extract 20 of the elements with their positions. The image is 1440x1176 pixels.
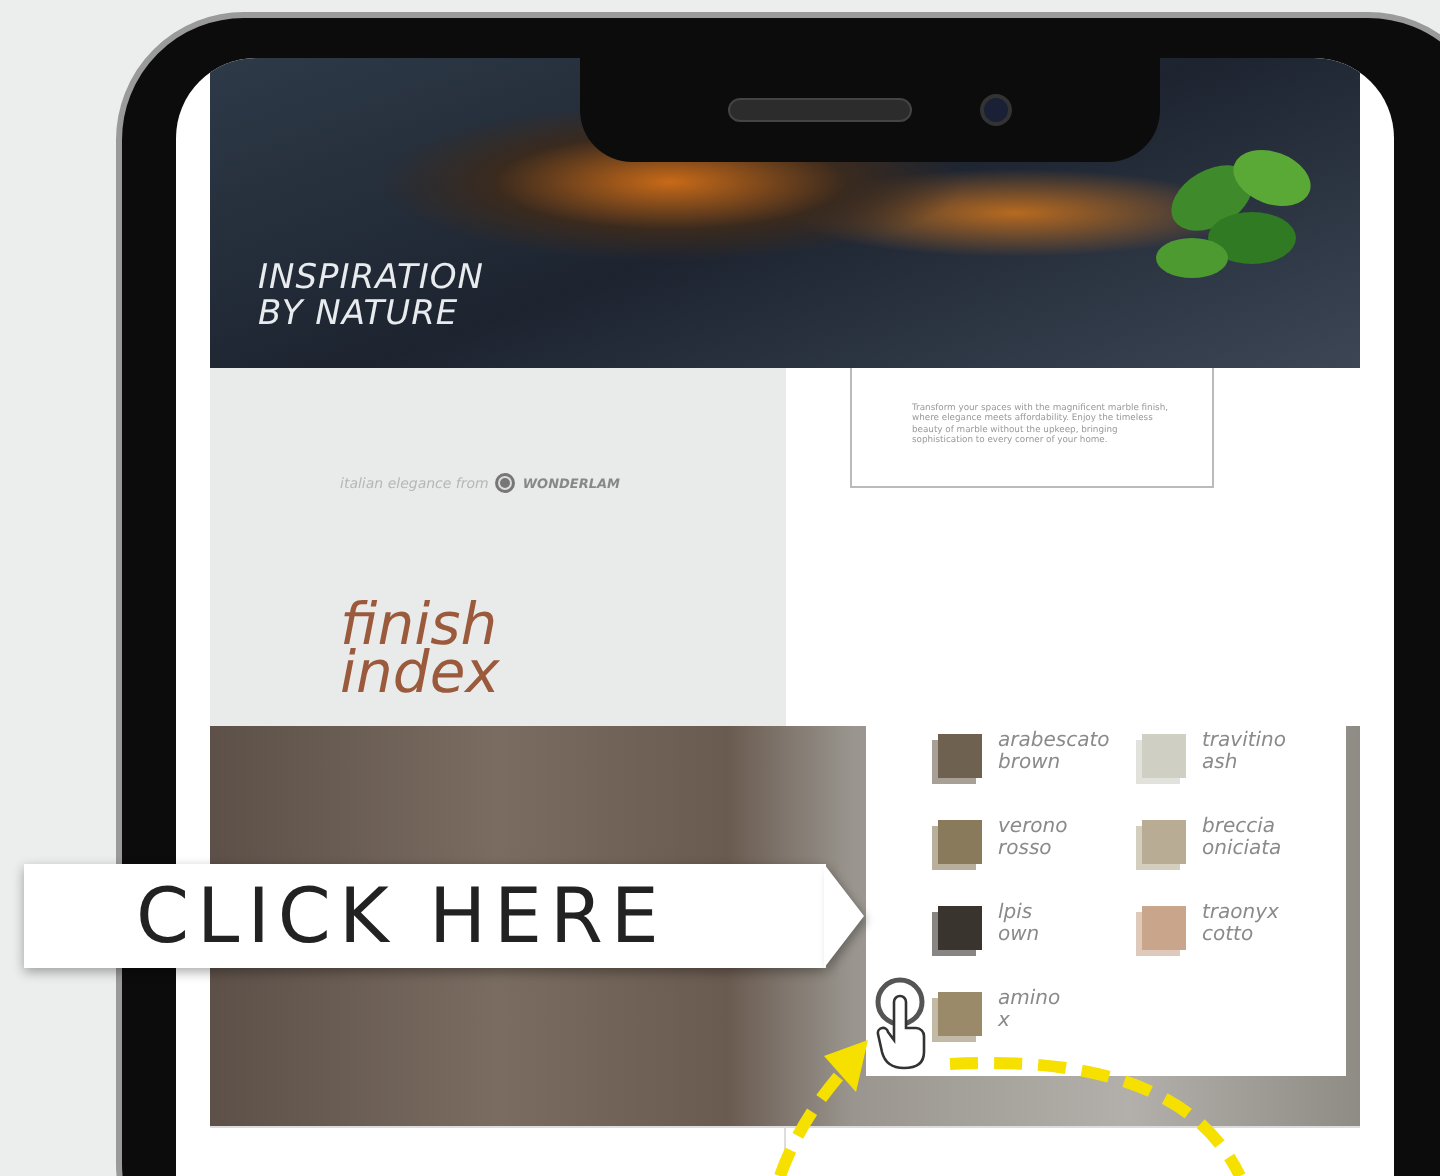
camera-icon: [980, 94, 1012, 126]
speaker-icon: [728, 98, 912, 122]
hero-title: INSPIRATION: [258, 260, 486, 296]
finish-swatch[interactable]: [1142, 820, 1186, 864]
finish-swatch[interactable]: [938, 820, 982, 864]
hero-title: BY NATURE: [258, 296, 461, 332]
finish-name[interactable]: lpis own: [998, 902, 1040, 946]
finish-swatch[interactable]: [938, 992, 982, 1036]
finish-swatch[interactable]: [938, 906, 982, 950]
finish-name[interactable]: verono rosso: [998, 816, 1068, 860]
finish-name[interactable]: amino x: [998, 988, 1061, 1032]
finish-swatch[interactable]: [1142, 734, 1186, 778]
finish-swatch[interactable]: [938, 734, 982, 778]
finish-name[interactable]: breccia oniciata: [1202, 816, 1282, 860]
finish-name[interactable]: travitino ash: [1202, 730, 1287, 774]
finish-name[interactable]: arabescato brown: [998, 730, 1110, 774]
section-title: finish index: [340, 600, 502, 696]
finish-swatch[interactable]: [1142, 906, 1186, 950]
finish-name[interactable]: traonyx cotto: [1202, 902, 1279, 946]
logo-icon: [494, 472, 517, 494]
